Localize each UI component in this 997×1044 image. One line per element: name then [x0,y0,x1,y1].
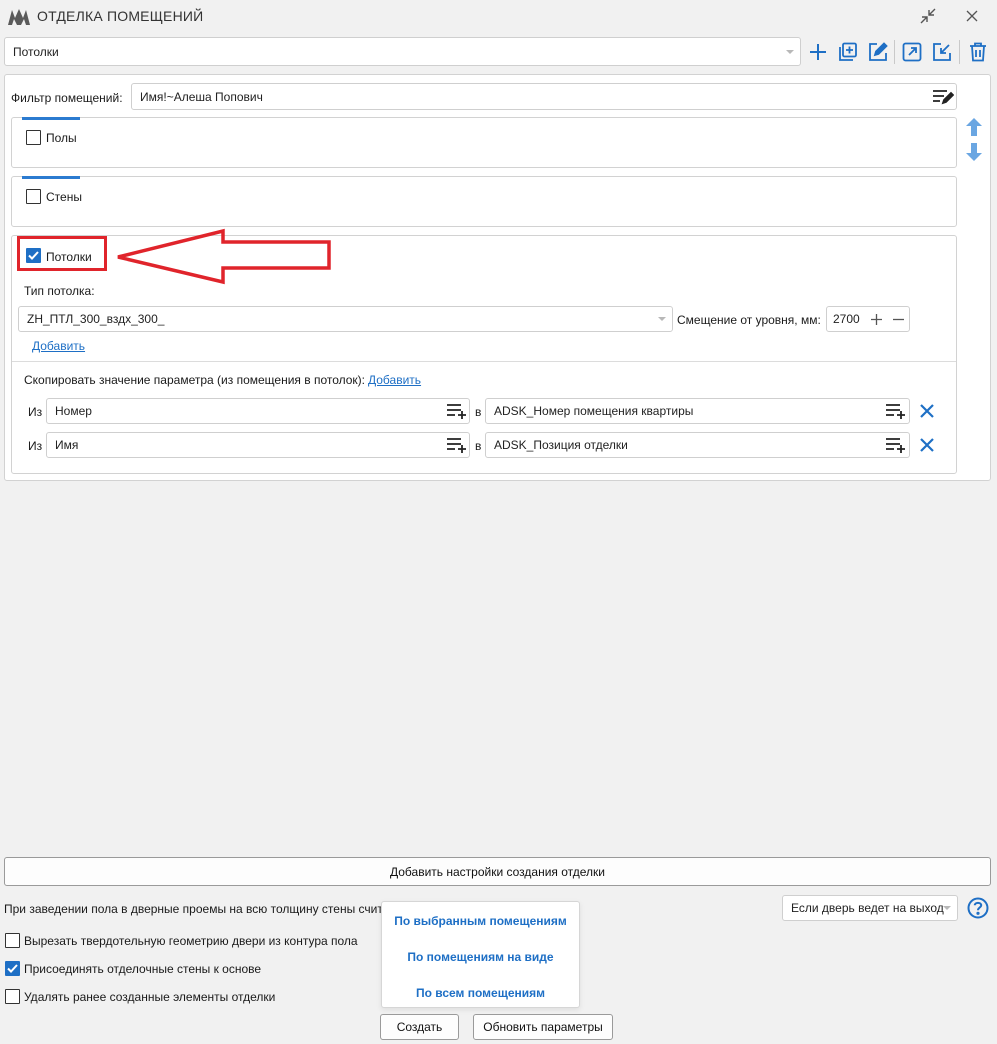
to-param-value: ADSK_Номер помещения квартиры [494,404,694,418]
row-to-label: в [475,439,482,453]
floors-label: Полы [46,131,77,145]
delete-profile-button[interactable] [966,40,990,64]
menu-item-all-rooms[interactable]: По всем помещениям [382,986,579,1000]
select-param-icon[interactable] [446,402,468,420]
window-title: ОТДЕЛКА ПОМЕЩЕНИЙ [37,8,204,24]
move-up-icon[interactable] [964,117,984,137]
toolbar-separator [959,40,960,64]
create-button[interactable]: Создать [380,1014,459,1040]
to-param-value: ADSK_Позиция отделки [494,438,628,452]
increment-icon[interactable] [866,310,886,328]
close-icon[interactable] [959,4,985,28]
section-divider [12,361,956,362]
update-parameters-button[interactable]: Обновить параметры [473,1014,613,1040]
add-ceiling-type-link[interactable]: Добавить [32,339,85,353]
create-menu: По выбранным помещениям По помещениям на… [381,901,580,1008]
remove-row-icon[interactable] [917,435,937,455]
select-param-icon[interactable] [446,436,468,454]
row-from-label: Из [28,439,43,453]
to-param-input[interactable]: ADSK_Позиция отделки [485,432,910,458]
add-profile-button[interactable] [806,40,830,64]
filter-label: Фильтр помещений: [11,91,123,105]
profile-select-value: Потолки [13,44,59,59]
import-profile-button[interactable] [930,40,954,64]
row-to-label: в [475,405,482,419]
walls-label: Стены [46,190,82,204]
add-settings-button[interactable]: Добавить настройки создания отделки [4,857,991,886]
from-param-value: Имя [55,438,79,452]
to-param-input[interactable]: ADSK_Номер помещения квартиры [485,398,910,424]
walls-section [11,176,957,227]
profile-select[interactable]: Потолки [4,37,801,66]
offset-label: Смещение от уровня, мм: [677,313,821,327]
edit-filter-icon[interactable] [932,87,954,105]
cut-door-label: Вырезать твердотельную геометрию двери и… [24,934,358,948]
chevron-down-icon [658,317,666,321]
help-icon[interactable] [967,897,989,919]
select-param-icon[interactable] [885,402,907,420]
walls-checkbox[interactable] [26,189,41,204]
join-walls-label: Присоединять отделочные стены к основе [24,962,262,976]
ceiling-type-value: ZH_ПТЛ_300_вздх_300_ [27,312,165,326]
app-logo-icon [8,8,30,25]
annotation-arrow-icon [112,226,334,286]
door-select-value: Если дверь ведет на выход [791,901,944,915]
duplicate-profile-button[interactable] [836,40,860,64]
from-param-input[interactable]: Имя [46,432,470,458]
filter-input[interactable]: Имя!~Алеша Попович [131,83,957,110]
chevron-down-icon [786,49,794,54]
delete-old-label: Удалять ранее созданные элементы отделки [24,990,276,1004]
select-param-icon[interactable] [885,436,907,454]
delete-old-checkbox[interactable] [5,989,20,1004]
remove-row-icon[interactable] [917,401,937,421]
highlight-box [17,236,107,271]
filter-value: Имя!~Алеша Попович [140,89,263,104]
move-down-icon[interactable] [964,142,984,162]
join-walls-checkbox[interactable] [5,961,20,976]
floors-checkbox[interactable] [26,130,41,145]
door-select[interactable]: Если дверь ведет на выход [782,895,958,921]
section-tab-indicator [22,117,80,120]
section-tab-indicator [22,176,80,179]
toolbar-separator [894,40,895,64]
from-param-value: Номер [55,404,92,418]
decrement-icon[interactable] [888,310,908,328]
menu-item-selected-rooms[interactable]: По выбранным помещениям [382,914,579,928]
cut-door-checkbox[interactable] [5,933,20,948]
offset-value: 2700 [833,312,860,326]
copy-params-label: Скопировать значение параметра (из помещ… [24,373,366,387]
chevron-down-icon [943,906,951,910]
floors-section [11,117,957,168]
from-param-input[interactable]: Номер [46,398,470,424]
collapse-icon[interactable] [915,4,941,28]
door-option-text: При заведении пола в дверные проемы на в… [4,902,381,916]
edit-profile-button[interactable] [866,40,890,64]
row-from-label: Из [28,405,43,419]
checkmark-icon [7,964,18,973]
copy-params-add-link[interactable]: Добавить [368,373,421,387]
ceiling-type-label: Тип потолка: [24,284,95,298]
export-profile-button[interactable] [900,40,924,64]
menu-item-rooms-in-view[interactable]: По помещениям на виде [382,950,579,964]
ceiling-type-select[interactable]: ZH_ПТЛ_300_вздх_300_ [18,306,673,332]
